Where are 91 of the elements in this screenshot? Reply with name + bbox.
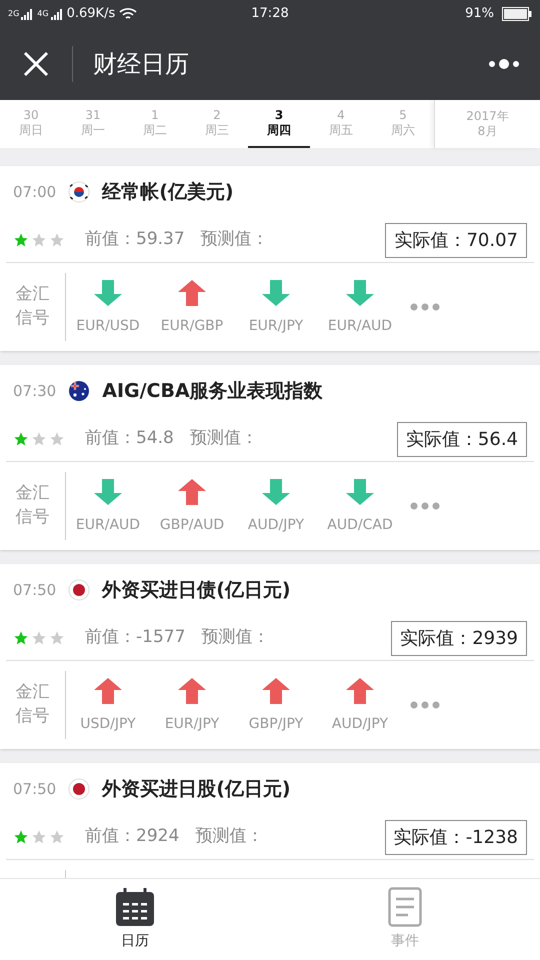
arrow-up-icon: [178, 478, 206, 504]
star-icon: [13, 829, 29, 845]
date-tab[interactable]: 1 周二: [124, 100, 186, 148]
document-icon: [388, 887, 422, 927]
arrow-up-icon: [346, 678, 374, 704]
previous-value: 前值：-1577: [85, 626, 186, 650]
event-card[interactable]: 07:30 AIG/CBA服务业表现指数 前值：54.8 预测值： 实际值：56.4 金汇信号 EUR/AUD GBP/AUD AUD/JPY AUD/CAD: [0, 365, 540, 550]
arrow-down-icon: [346, 280, 374, 306]
forecast-value: 预测值：: [190, 427, 258, 450]
event-title: 外资买进日债(亿日元): [102, 578, 291, 603]
actual-value: 实际值：56.4: [396, 422, 527, 456]
star-icon: [49, 431, 65, 447]
wifi-icon: [119, 7, 138, 21]
flag-icon: [68, 778, 90, 800]
star-icon: [31, 630, 47, 646]
network-speed: 0.69K/s: [66, 5, 116, 24]
star-icon: [31, 232, 47, 248]
page-title: 财经日历: [93, 49, 189, 80]
previous-value: 前值：2924: [85, 825, 180, 848]
currency-pair: GBP/AUD: [160, 516, 224, 534]
date-tab[interactable]: 2 周三: [186, 100, 248, 148]
actual-value: 实际值：2939: [391, 620, 527, 656]
event-time: 07:50: [13, 580, 56, 601]
event-title: 经常帐(亿美元): [102, 180, 234, 205]
event-card[interactable]: 07:00 经常帐(亿美元) 前值：59.37 预测值： 实际值：70.07 金汇信号 EUR/USD EUR/GBP EUR/JPY EUR/AUD: [0, 166, 540, 351]
star-icon: [49, 829, 65, 845]
battery-icon: [502, 7, 532, 21]
arrow-up-icon: [94, 678, 122, 704]
month-picker[interactable]: 2017年 8月: [434, 100, 540, 148]
close-icon: [23, 51, 49, 77]
forecast-value: 预测值：: [195, 825, 264, 848]
signal-icon: [50, 8, 63, 20]
network-label: 2G: [8, 8, 20, 20]
clock: 17:28: [251, 5, 289, 24]
currency-pair: EUR/JPY: [164, 714, 220, 734]
more-icon[interactable]: [488, 58, 520, 70]
arrow-down-icon: [94, 478, 122, 504]
actual-value: 实际值：-1238: [384, 820, 527, 854]
event-card[interactable]: 07:50 外资买进日股(亿日元) 前值：2924 预测值： 实际值：-1238: [0, 763, 540, 878]
signal-label: 金汇信号: [14, 482, 50, 529]
star-icon: [13, 630, 29, 646]
event-time: 07:30: [13, 380, 56, 402]
currency-pair: GBP/JPY: [248, 714, 304, 734]
currency-pair: EUR/USD: [76, 316, 140, 336]
currency-pair: EUR/AUD: [328, 316, 392, 336]
arrow-down-icon: [262, 478, 290, 504]
currency-pair: EUR/GBP: [160, 316, 224, 336]
date-tab[interactable]: 31 周一: [62, 100, 124, 148]
date-tab[interactable]: 4 周五: [310, 100, 372, 148]
currency-pair: AUD/JPY: [332, 714, 388, 734]
currency-pair: USD/JPY: [80, 714, 136, 734]
star-icon: [49, 630, 65, 646]
event-title: AIG/CBA服务业表现指数: [102, 378, 323, 404]
signal-label: 金汇信号: [14, 681, 50, 728]
network-label: 4G: [37, 8, 49, 20]
event-time: 07:50: [13, 778, 56, 800]
calendar-icon: [115, 887, 155, 927]
battery-level: 91%: [465, 5, 494, 24]
flag-icon: [68, 380, 90, 402]
forecast-value: 预测值：: [200, 228, 269, 252]
arrow-down-icon: [346, 478, 374, 504]
actual-value: 实际值：70.07: [385, 222, 527, 258]
arrow-down-icon: [94, 280, 122, 306]
bottom-tab[interactable]: 事件: [270, 879, 540, 960]
currency-pair: AUD/CAD: [327, 516, 393, 534]
event-time: 07:00: [13, 182, 56, 203]
event-card[interactable]: 07:50 外资买进日债(亿日元) 前值：-1577 预测值： 实际值：2939 金汇信号 USD/JPY EUR/JPY GBP/JPY AUD/JPY: [0, 564, 540, 749]
date-tab[interactable]: 30 周日: [0, 100, 62, 148]
date-tab[interactable]: 3 周四: [248, 100, 310, 148]
currency-pair: AUD/JPY: [248, 516, 304, 534]
previous-value: 前值：54.8: [85, 427, 174, 450]
star-icon: [31, 829, 47, 845]
arrow-down-icon: [262, 280, 290, 306]
flag-icon: [68, 181, 90, 203]
forecast-value: 预测值：: [201, 626, 270, 650]
arrow-up-icon: [178, 280, 206, 306]
currency-pair: EUR/AUD: [76, 516, 140, 534]
signal-label: 金汇信号: [14, 283, 50, 330]
flag-icon: [68, 579, 90, 601]
star-icon: [13, 232, 29, 248]
star-icon: [49, 232, 65, 248]
currency-pair: EUR/JPY: [248, 316, 304, 336]
signal-icon: [21, 8, 34, 20]
date-tab[interactable]: 5 周六: [372, 100, 434, 148]
bottom-tab[interactable]: 日历: [0, 879, 270, 960]
star-icon: [31, 431, 47, 447]
event-title: 外资买进日股(亿日元): [102, 776, 291, 802]
arrow-up-icon: [262, 678, 290, 704]
previous-value: 前值：59.37: [85, 228, 185, 252]
star-icon: [13, 431, 29, 447]
arrow-up-icon: [178, 678, 206, 704]
